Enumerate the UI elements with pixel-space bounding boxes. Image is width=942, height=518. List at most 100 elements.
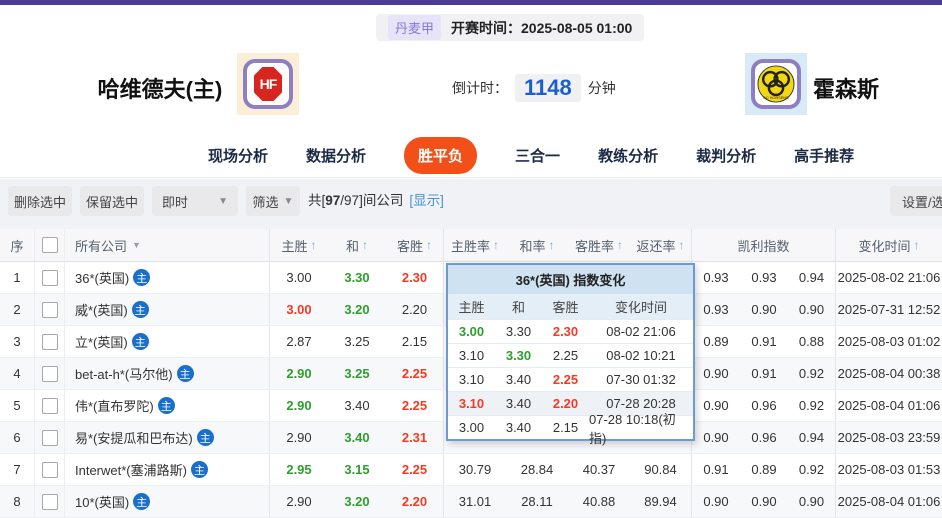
odds-draw[interactable]: 3.30 (328, 262, 386, 293)
keep-selected-button[interactable]: 保留选中 (80, 186, 144, 216)
row-checkbox-cell (35, 486, 65, 517)
odds-away-win[interactable]: 2.20 (386, 486, 444, 517)
kelly-1: 0.90 (703, 366, 729, 381)
tab-7[interactable]: 高手推荐 (794, 145, 854, 166)
row-checkbox[interactable] (41, 333, 58, 350)
sort-up-icon: ↑ (548, 238, 555, 252)
company-name: 伟*(直布罗陀) (75, 399, 154, 414)
odds-draw[interactable]: 3.20 (328, 294, 386, 325)
col-company[interactable]: 所有公司 ▼ (65, 229, 270, 261)
col-draw-rate[interactable]: 和率 ↑ (506, 229, 568, 261)
col-away-rate[interactable]: 客胜率 ↑ (568, 229, 630, 261)
company-cell[interactable]: Interwet*(塞浦路斯) 主 (65, 454, 270, 485)
kelly-3: 0.92 (788, 358, 836, 389)
company-cell[interactable]: 立*(英国) 主 (65, 326, 270, 357)
popup-odds-home-win: 3.10 (458, 348, 485, 363)
odds-away-win[interactable]: 2.25 (386, 358, 444, 389)
home-badge: 主 (131, 333, 149, 350)
company-cell[interactable]: 36*(英国) 主 (65, 262, 270, 293)
odds-away-win[interactable]: 2.15 (386, 326, 444, 357)
popup-body: 3.00 3.30 2.30 08-02 21:06 3.10 3.30 2.25 08-02… (448, 319, 693, 446)
company-cell[interactable]: 威*(英国) 主 (65, 294, 270, 325)
company-cell[interactable]: bet-at-h*(马尔他) 主 (65, 358, 270, 389)
sort-up-icon: ↑ (493, 238, 499, 252)
nav-tabs: 现场分析 数据分析 胜平负 三合一 教练分析 裁判分析 高手推荐 (0, 133, 942, 178)
odds-draw[interactable]: 3.40 (328, 390, 386, 421)
odds-history-popup: 36*(英国) 指数变化 主胜 和 客胜 变化时间 3.00 3.30 2.30 08… (446, 263, 695, 446)
countdown-unit: 分钟 (587, 80, 616, 96)
odds-home-win[interactable]: 2.90 (270, 358, 328, 389)
tab-4[interactable]: 三合一 (515, 145, 560, 166)
popup-row: 3.10 3.40 2.25 07-30 01:32 (448, 367, 693, 391)
row-checkbox[interactable] (41, 429, 58, 446)
col-away-rate-label: 客胜率 (574, 238, 614, 254)
col-kelly: 凯利指数 (692, 229, 836, 261)
row-checkbox[interactable] (41, 365, 58, 382)
company-name: 易*(安提瓜和巴布达) (75, 431, 193, 446)
odds-home-win[interactable]: 3.00 (270, 294, 328, 325)
home-crest-icon: HF (254, 67, 282, 101)
kelly-2: 0.90 (751, 302, 777, 317)
row-checkbox-cell (35, 358, 65, 389)
home-badge: 主 (133, 269, 151, 286)
odds-draw[interactable]: 3.20 (328, 486, 386, 517)
sort-up-icon: ↑ (362, 238, 368, 252)
row-checkbox[interactable] (41, 397, 58, 414)
odds-home-win[interactable]: 2.87 (270, 326, 328, 357)
col-payout-rate[interactable]: 返还率 ↑ (630, 229, 692, 261)
odds-draw[interactable]: 3.40 (328, 422, 386, 453)
popup-change-time: 08-02 10:21 (606, 348, 676, 363)
change-time: 2025-08-04 01:06 (837, 494, 941, 509)
countdown-minutes: 1148 (515, 74, 581, 102)
col-draw[interactable]: 和 ↑ (328, 229, 386, 261)
odds-home-win[interactable]: 2.95 (270, 454, 328, 485)
odds-draw[interactable]: 3.25 (328, 326, 386, 357)
odds-home-win[interactable]: 2.90 (270, 390, 328, 421)
tab-1[interactable]: 现场分析 (208, 145, 268, 166)
odds-draw[interactable]: 3.25 (328, 358, 386, 389)
away-crest-text: AC HORSENS (763, 96, 789, 100)
odds-home-win[interactable]: 2.90 (270, 486, 328, 517)
filter-dropdown[interactable]: 筛选 ▼ (246, 186, 300, 216)
tab-5[interactable]: 教练分析 (598, 145, 658, 166)
home-badge: 主 (190, 461, 208, 478)
row-checkbox[interactable] (41, 461, 58, 478)
popup-odds-away-win: 2.25 (552, 372, 579, 387)
company-cell[interactable]: 易*(安提瓜和巴布达) 主 (65, 422, 270, 453)
tab-2[interactable]: 数据分析 (306, 145, 366, 166)
col-home-rate[interactable]: 主胜率 ↑ (444, 229, 506, 261)
row-checkbox[interactable] (41, 269, 58, 286)
odds-away-win[interactable]: 2.25 (386, 454, 444, 485)
show-link[interactable]: [显示] (409, 193, 444, 208)
row-checkbox[interactable] (41, 493, 58, 510)
odds-away-win[interactable]: 2.25 (386, 390, 444, 421)
row-checkbox[interactable] (41, 301, 58, 318)
instant-dropdown[interactable]: 即时 ▼ (152, 186, 238, 216)
odds-away-win[interactable]: 2.20 (386, 294, 444, 325)
away-rate: 40.88 (582, 494, 616, 509)
odds-draw[interactable]: 3.15 (328, 454, 386, 485)
col-kelly-label: 凯利指数 (737, 238, 790, 254)
payout-rate: 90.84 (630, 454, 692, 485)
odds-away-win[interactable]: 2.30 (386, 262, 444, 293)
change-time: 2025-08-03 23:59 (837, 430, 941, 445)
tab-6[interactable]: 裁判分析 (696, 145, 756, 166)
tab-3[interactable]: 胜平负 (404, 136, 478, 174)
odds-home-win[interactable]: 2.90 (270, 422, 328, 453)
table-row: 7 Interwet*(塞浦路斯) 主 2.95 3.15 2.25 30.79 28.84 4… (0, 454, 942, 486)
company-cell[interactable]: 伟*(直布罗陀) 主 (65, 390, 270, 421)
odds-away-win[interactable]: 2.31 (386, 422, 444, 453)
odds-home-win[interactable]: 3.00 (270, 262, 328, 293)
select-all-checkbox[interactable] (41, 237, 58, 253)
countdown-label: 倒计时： (452, 80, 508, 96)
col-change-time[interactable]: 变化时间 ↑ (836, 229, 942, 261)
delete-selected-button[interactable]: 删除选中 (8, 186, 72, 216)
settings-button[interactable]: 设置/选择 (890, 186, 942, 216)
col-away-win[interactable]: 客胜 ↑ (386, 229, 444, 261)
company-name: bet-at-h*(马尔他) (75, 367, 173, 382)
popup-odds-home-win: 3.00 (458, 324, 485, 339)
company-cell[interactable]: 10*(英国) 主 (65, 486, 270, 517)
col-home-win[interactable]: 主胜 ↑ (270, 229, 328, 261)
company-name: 10*(英国) (75, 495, 130, 510)
col-seq: 序 (0, 229, 35, 261)
